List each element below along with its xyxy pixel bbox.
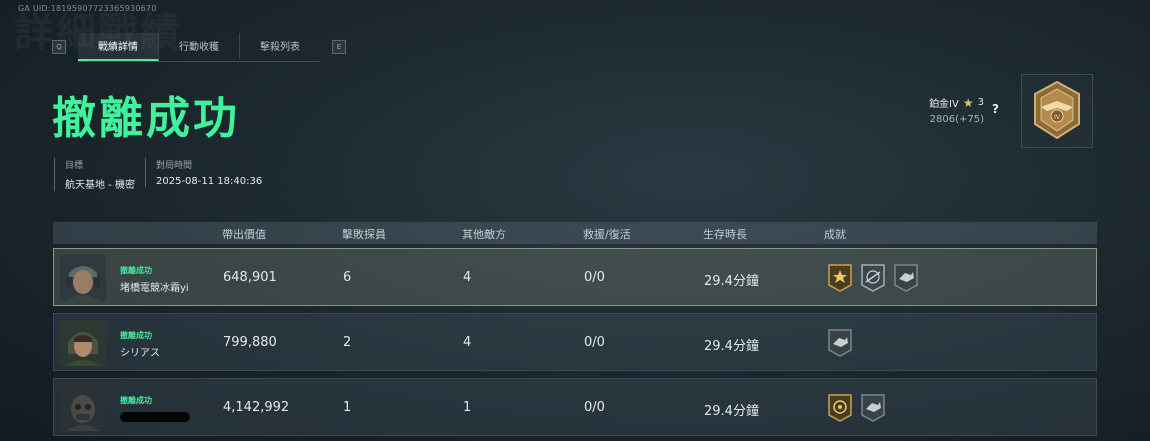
gray-hand-badge-icon[interactable] [827,328,853,358]
extracted-value: 4,142,992 [223,400,290,415]
rank-points: 2806(+75) [929,114,984,125]
revive-value: 0/0 [584,400,605,415]
survival-time-value: 29.4分鐘 [704,404,759,419]
prev-tab-key[interactable]: Q [52,40,66,54]
tab-match-details[interactable]: 戰績詳情 [78,32,159,61]
extracted-value: 799,880 [223,335,277,350]
player-name: 堵橋電競冰霜yi [120,283,189,294]
avatar [60,320,106,366]
revive-value: 0/0 [584,270,605,285]
header-kills: 擊敗探員 [342,228,386,241]
rank-emblem-icon: IV [1034,80,1080,140]
mission-target: 目標 航天基地 - 機密 [54,158,135,191]
tab-list: 戰績詳情 行動收穫 擊殺列表 [78,32,320,62]
header-other-enemies: 其他敵方 [462,228,506,241]
time-label: 對局時間 [156,161,193,171]
tab-loot[interactable]: 行動收穫 [159,32,240,59]
result-title: 撤離成功 [52,93,240,144]
avatar [60,385,106,431]
survival-time-value: 29.4分鐘 [704,274,759,289]
gold-starburst-badge-icon[interactable] [827,263,853,293]
other-enemies-value: 4 [463,270,472,285]
table-row[interactable]: 撤離成功 堵橋電競冰霜yi 648,901 6 4 0/0 29.4分鐘 [53,248,1097,306]
svg-text:IV: IV [1054,114,1061,121]
header-survival-time: 生存時長 [703,228,747,241]
next-tab-key[interactable]: E [332,40,346,54]
header-value: 帶出價值 [222,228,266,241]
other-enemies-value: 4 [463,335,472,350]
stats-table-header: 帶出價值 擊敗探員 其他敵方 救援/復活 生存時長 成就 [53,222,1097,244]
redacted-name [120,412,190,422]
achievements [827,393,886,423]
time-value: 2025-08-11 18:40:36 [156,176,263,187]
revive-value: 0/0 [584,335,605,350]
rank-badge[interactable]: IV [1021,74,1093,148]
table-row[interactable]: 撤離成功 4,142,992 1 1 0/0 29.4分鐘 [53,378,1097,436]
achievements [827,263,919,293]
header-achievements: 成就 [824,228,846,241]
other-enemies-value: 1 [463,400,472,415]
silver-rifle-badge-icon[interactable] [860,263,886,293]
header-revive: 救援/復活 [583,228,631,241]
player-status: 撤離成功 [120,266,152,275]
table-row[interactable]: 撤離成功 シリアス 799,880 2 4 0/0 29.4分鐘 [53,313,1097,371]
kills-value: 1 [343,400,352,415]
rank-stars: 3 [977,97,984,108]
gray-hand-badge-icon[interactable] [860,393,886,423]
player-name: シリアス [120,348,160,359]
extracted-value: 648,901 [223,270,277,285]
survival-time-value: 29.4分鐘 [704,339,759,354]
achievements [827,328,853,358]
rank-info: 鉑金IV ★ 3 2806(+75) [929,95,984,126]
player-status: 撤離成功 [120,396,152,405]
kills-value: 6 [343,270,352,285]
avatar [60,255,106,301]
help-button[interactable]: ? [992,102,999,116]
gold-ring-badge-icon[interactable] [827,393,853,423]
target-label: 目標 [65,161,84,171]
target-value: 航天基地 - 機密 [65,180,135,191]
star-icon: ★ [962,95,974,110]
rank-tier: 鉑金IV [929,99,959,110]
gray-hand-badge-icon[interactable] [893,263,919,293]
player-status: 撤離成功 [120,331,152,340]
tab-bar: Q 戰績詳情 行動收穫 擊殺列表 E [52,32,346,62]
tab-kill-list[interactable]: 擊殺列表 [240,33,320,59]
match-time: 對局時間 2025-08-11 18:40:36 [145,158,262,187]
kills-value: 2 [343,335,352,350]
